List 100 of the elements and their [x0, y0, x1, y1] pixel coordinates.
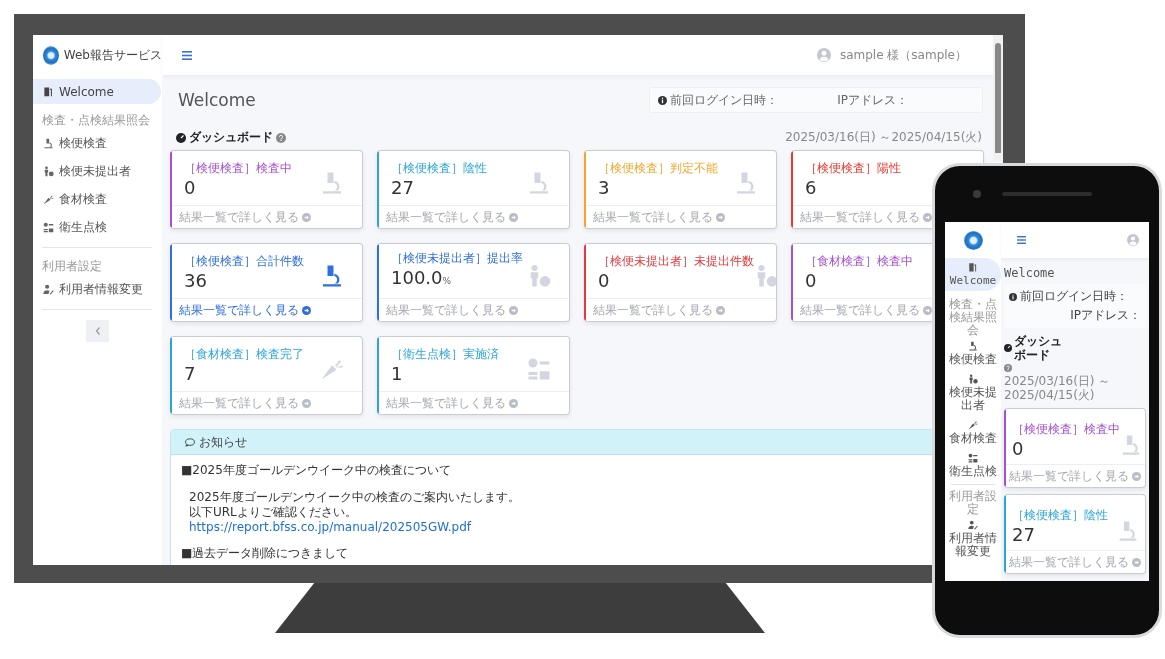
info-icon	[658, 95, 667, 105]
card-value: 27	[391, 177, 415, 199]
card-title: ［検便検査］検査中	[1012, 421, 1120, 438]
sidebar-item[interactable]: 衛生点検	[945, 449, 1001, 482]
arrow-circle-icon	[716, 212, 725, 222]
microscope-icon	[320, 264, 344, 288]
page-title: Welcome	[178, 90, 256, 110]
sidebar-item[interactable]: 衛生点検	[33, 213, 162, 241]
sidebar-heading: 利用者設定	[41, 258, 103, 275]
notice-heading: ■2025年度ゴールデンウイーク中の検査について	[181, 463, 451, 478]
card-value: 100.0%	[391, 267, 453, 290]
arrow-circle-icon	[923, 305, 932, 315]
last-login-label: 前回ログイン日時：	[670, 91, 778, 109]
user-edit-icon	[968, 520, 978, 530]
carrot-icon	[43, 193, 54, 205]
arrow-circle-icon	[302, 212, 311, 222]
sidebar-item[interactable]: 利用者情報変更	[945, 516, 1001, 562]
card-title: ［衛生点検］実施済	[391, 346, 499, 363]
chat-bubble-icon	[185, 437, 195, 447]
checklist-icon	[968, 453, 978, 463]
card-value: 3	[598, 177, 611, 199]
microscope-icon	[527, 171, 551, 195]
sidebar-item[interactable]: 検便未提出者	[945, 370, 1001, 416]
arrow-circle-icon	[302, 398, 311, 408]
microscope-icon	[1120, 434, 1142, 456]
card-value: 36	[184, 270, 208, 292]
details-link[interactable]: 結果一覧で詳しく見る	[179, 299, 311, 321]
date-range: 2025/03/16(日) ～ 2025/04/15(火)	[1004, 374, 1112, 402]
ip-address-label: IPアドレス：	[837, 91, 908, 109]
card-value: 6	[805, 177, 818, 199]
avatar-icon[interactable]	[816, 48, 831, 62]
sidebar-item[interactable]: 食材検査	[33, 185, 162, 213]
sidebar-item[interactable]: 食材検査	[945, 416, 1001, 449]
gauge-icon	[1004, 344, 1012, 352]
card-title: ［検便未提出者］未提出件数	[598, 253, 754, 270]
arrow-circle-icon	[509, 212, 518, 222]
door-icon	[43, 86, 54, 97]
sidebar-item[interactable]: Welcome	[33, 79, 161, 104]
sidebar-item[interactable]: 検便未提出者	[33, 157, 162, 185]
card-title: ［検便検査］陰性	[1012, 507, 1108, 524]
logo-icon	[963, 230, 983, 250]
arrow-circle-icon	[509, 398, 518, 408]
card-title: ［検便検査］検査中	[184, 160, 292, 177]
card-value: 0	[598, 270, 611, 292]
notice-heading: ■過去データ削除につきまして	[181, 546, 349, 561]
help-icon[interactable]	[1004, 364, 1012, 372]
sidebar-heading: 検査・点検結果照会	[948, 296, 998, 337]
arrow-circle-icon	[302, 305, 311, 315]
microscope-icon	[968, 341, 978, 351]
microscope-icon	[1117, 520, 1139, 542]
notice-title: お知らせ	[199, 433, 247, 451]
menu-icon[interactable]	[1017, 236, 1026, 244]
last-login-label: 前回ログイン日時：	[1020, 288, 1128, 305]
checklist-icon	[43, 221, 54, 233]
menu-icon[interactable]	[182, 50, 192, 60]
sidebar-item[interactable]: 利用者情報変更	[33, 275, 162, 303]
sidebar-item[interactable]: 検便検査	[33, 129, 162, 157]
scrollbar[interactable]	[993, 35, 1003, 161]
arrow-circle-icon	[1132, 471, 1141, 481]
user-name: sample 様（sample）	[839, 46, 967, 64]
card-title: ［検便検査］合計件数	[184, 253, 304, 270]
door-icon	[968, 262, 978, 272]
date-range: 2025/03/16(日) ～2025/04/15(火)	[785, 129, 982, 146]
microscope-icon	[43, 137, 54, 149]
card-title: ［食材検査］検査中	[805, 253, 913, 270]
arrow-circle-icon	[923, 212, 932, 222]
card-value: 0	[1012, 438, 1025, 460]
card-value: 0	[805, 270, 818, 292]
microscope-icon	[734, 171, 758, 195]
notice-text: 以下URLよりご確認ください。	[189, 505, 357, 520]
logo-icon	[43, 45, 59, 65]
info-icon	[1009, 292, 1017, 301]
notice-text: 2025年度ゴールデンウイーク中の検査のご案内いたします。	[189, 490, 520, 505]
sidebar-item[interactable]: Welcome	[945, 258, 1001, 291]
user-edit-icon	[43, 283, 54, 295]
card-value: 0	[184, 177, 197, 199]
checklist-icon	[527, 357, 551, 381]
person-question-icon	[43, 165, 54, 177]
sidebar-item[interactable]: 検便検査	[945, 337, 1001, 370]
card-title: ［検便未提出者］提出率	[391, 250, 523, 267]
avatar-icon[interactable]	[1127, 234, 1139, 246]
card-title: ［検便検査］陽性	[805, 160, 901, 177]
arrow-circle-icon	[1132, 557, 1141, 567]
arrow-circle-icon	[509, 305, 518, 315]
card-value: 27	[1012, 524, 1036, 546]
dashboard-title: ダッシュボード	[1014, 334, 1063, 362]
person-question-icon	[968, 374, 978, 384]
page-title: Welcome	[1004, 266, 1056, 280]
carrot-icon	[320, 357, 344, 381]
ip-address-label: IPアドレス：	[1070, 307, 1141, 324]
sidebar-heading: 利用者設定	[948, 488, 998, 516]
gauge-icon	[176, 132, 186, 143]
card-title: ［食材検査］検査完了	[184, 346, 304, 363]
card-value: 1	[391, 363, 404, 385]
pdf-link[interactable]: https://report.bfss.co.jp/manual/202505GW.pdf	[189, 520, 472, 535]
microscope-icon	[320, 171, 344, 195]
help-icon[interactable]	[276, 132, 286, 143]
arrow-circle-icon	[716, 305, 725, 315]
chevron-left-icon	[94, 327, 101, 335]
card-value: 7	[184, 363, 197, 385]
